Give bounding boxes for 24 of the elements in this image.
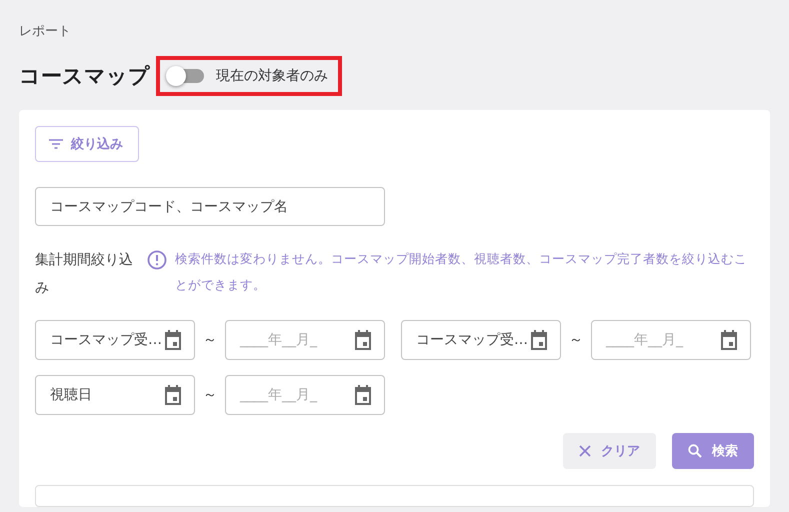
range-separator: ～	[203, 331, 217, 349]
clear-button[interactable]: クリア	[563, 433, 656, 469]
date-field[interactable]: ____年__月_	[225, 375, 385, 415]
date-placeholder: ____年__月_	[240, 386, 317, 404]
range-separator: ～	[569, 331, 583, 349]
filter-button[interactable]: 絞り込み	[35, 126, 139, 162]
date-field-label: コースマップ受…	[416, 331, 528, 349]
range-separator: ～	[203, 386, 217, 404]
breadcrumb[interactable]: レポート	[19, 22, 770, 40]
period-label: 集計期間絞り込み	[35, 251, 134, 298]
search-field[interactable]: コースマップコード、コースマップ名	[35, 187, 385, 226]
info-note: 検索件数は変わりません。コースマップ開始者数、視聴者数、コースマップ完了者数を絞り込むことができます。	[175, 250, 748, 294]
date-placeholder: ____年__月_	[606, 331, 683, 349]
toggle-label: 現在の対象者のみ	[216, 67, 328, 85]
date-field[interactable]: ____年__月_	[225, 320, 385, 360]
search-button[interactable]: 検索	[672, 433, 754, 469]
date-field[interactable]: ____年__月_	[591, 320, 751, 360]
date-field-label: コースマップ受…	[50, 331, 162, 349]
date-placeholder: ____年__月_	[240, 331, 317, 349]
date-field[interactable]: コースマップ受…	[401, 320, 561, 360]
date-field[interactable]: 視聴日	[35, 375, 195, 415]
page-title: コースマップ	[19, 63, 150, 90]
date-field-label: 視聴日	[50, 386, 92, 404]
date-field[interactable]: コースマップ受…	[35, 320, 195, 360]
